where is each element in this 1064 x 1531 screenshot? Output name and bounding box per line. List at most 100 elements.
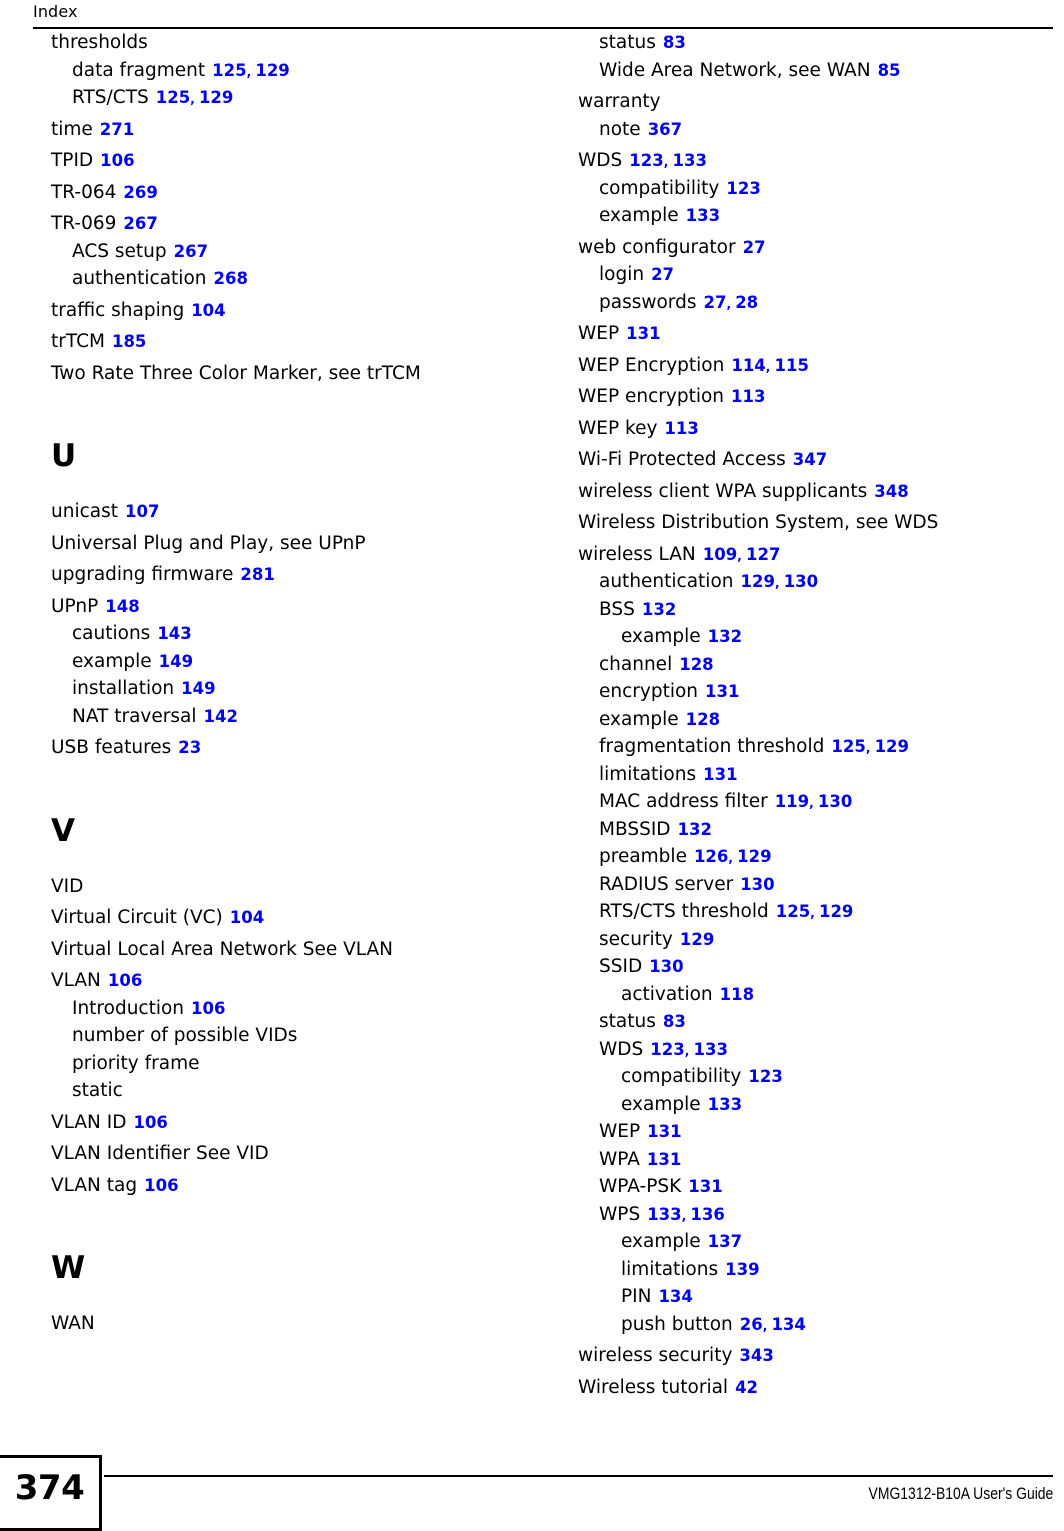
index-entry-label: USB features — [51, 737, 172, 758]
page-reference-link[interactable]: 132 — [708, 627, 742, 646]
page-reference-link[interactable]: 133 — [693, 1040, 727, 1059]
page-reference-link[interactable]: 106 — [144, 1176, 178, 1195]
index-entry: fragmentation threshold 125, 129 — [599, 736, 1048, 757]
page-reference-link[interactable]: 348 — [874, 482, 908, 501]
page-reference-link[interactable]: 269 — [123, 183, 157, 202]
page-reference-link[interactable]: 114 — [731, 356, 765, 375]
page-separator: , — [726, 296, 736, 311]
page-reference-link[interactable]: 132 — [642, 600, 676, 619]
page-reference-link[interactable]: 133 — [672, 151, 706, 170]
page-reference-link[interactable]: 132 — [678, 820, 712, 839]
index-entry-label: compatibility — [599, 177, 720, 199]
page-reference-link[interactable]: 137 — [708, 1232, 742, 1251]
page-reference-link[interactable]: 83 — [663, 33, 686, 52]
page-reference-link[interactable]: 123 — [748, 1067, 782, 1086]
index-entry-label: upgrading firmware — [51, 564, 234, 585]
page-reference-link[interactable]: 123 — [726, 179, 760, 198]
page-reference-link[interactable]: 136 — [690, 1205, 724, 1224]
page-reference-link[interactable]: 131 — [647, 1122, 681, 1141]
page-reference-link[interactable]: 119 — [775, 792, 809, 811]
page-reference-link[interactable]: 134 — [771, 1315, 805, 1334]
page-reference-link[interactable]: 129 — [741, 572, 775, 591]
page-reference-link[interactable]: 131 — [703, 765, 737, 784]
page-reference-link[interactable]: 130 — [740, 875, 774, 894]
page-reference-link[interactable]: 271 — [100, 120, 134, 139]
page-reference-link[interactable]: 115 — [775, 356, 809, 375]
page-reference-link[interactable]: 23 — [178, 738, 201, 757]
page-reference-link[interactable]: 104 — [191, 301, 225, 320]
page-reference-link[interactable]: 129 — [819, 902, 853, 921]
page-reference-link[interactable]: 26 — [740, 1315, 763, 1334]
index-entry: unicast 107 — [51, 502, 521, 522]
index-entry-pages: 83 — [663, 1011, 686, 1032]
page-reference-link[interactable]: 125 — [831, 737, 865, 756]
page-reference-link[interactable]: 142 — [204, 707, 238, 726]
page-reference-link[interactable]: 133 — [686, 206, 720, 225]
page-reference-link[interactable]: 27 — [743, 238, 766, 257]
page-reference-link[interactable]: 267 — [123, 214, 157, 233]
index-entry-label: TPID — [51, 150, 94, 171]
page-reference-link[interactable]: 134 — [658, 1287, 692, 1306]
page-reference-link[interactable]: 125 — [212, 61, 246, 80]
page-reference-link[interactable]: 27 — [703, 293, 726, 312]
page-reference-link[interactable]: 125 — [776, 902, 810, 921]
page-reference-link[interactable]: 129 — [737, 847, 771, 866]
index-entry-pages: 130 — [740, 874, 774, 895]
page-reference-link[interactable]: 131 — [688, 1177, 722, 1196]
page-reference-link[interactable]: 131 — [647, 1150, 681, 1169]
index-entry-label: fragmentation threshold — [599, 736, 825, 757]
page-reference-link[interactable]: 126 — [694, 847, 728, 866]
index-entry-label: TR-069 — [51, 213, 117, 234]
page-reference-link[interactable]: 128 — [679, 655, 713, 674]
page-reference-link[interactable]: 185 — [112, 332, 146, 351]
page-reference-link[interactable]: 347 — [793, 450, 827, 469]
index-entry-pages: 132 — [708, 626, 742, 647]
page-reference-link[interactable]: 130 — [649, 957, 683, 976]
page-reference-link[interactable]: 148 — [105, 597, 139, 616]
page-reference-link[interactable]: 118 — [720, 985, 754, 1004]
page-reference-link[interactable]: 129 — [199, 88, 233, 107]
page-reference-link[interactable]: 104 — [230, 908, 264, 927]
page-reference-link[interactable]: 130 — [784, 572, 818, 591]
page-reference-link[interactable]: 343 — [739, 1346, 773, 1365]
page-reference-link[interactable]: 113 — [664, 419, 698, 438]
page-reference-link[interactable]: 131 — [705, 682, 739, 701]
page-reference-link[interactable]: 281 — [240, 565, 274, 584]
page-reference-link[interactable]: 267 — [174, 242, 208, 261]
page-reference-link[interactable]: 123 — [650, 1040, 684, 1059]
index-entry-pages: 125, 129 — [831, 736, 909, 757]
page-reference-link[interactable]: 106 — [108, 971, 142, 990]
page-reference-link[interactable]: 106 — [191, 999, 225, 1018]
page-reference-link[interactable]: 109 — [703, 545, 737, 564]
page-reference-link[interactable]: 127 — [746, 545, 780, 564]
page-reference-link[interactable]: 106 — [100, 151, 134, 170]
page-reference-link[interactable]: 83 — [663, 1012, 686, 1031]
index-entry-pages: 131 — [626, 323, 660, 344]
page-reference-link[interactable]: 28 — [735, 293, 758, 312]
page-reference-link[interactable]: 139 — [725, 1260, 759, 1279]
page-reference-link[interactable]: 125 — [156, 88, 190, 107]
page-reference-link[interactable]: 367 — [648, 120, 682, 139]
page-reference-link[interactable]: 123 — [629, 151, 663, 170]
page-reference-link[interactable]: 129 — [875, 737, 909, 756]
page-reference-link[interactable]: 129 — [680, 930, 714, 949]
page-reference-link[interactable]: 27 — [651, 265, 674, 284]
page-reference-link[interactable]: 130 — [818, 792, 852, 811]
page-reference-link[interactable]: 143 — [157, 624, 191, 643]
page-reference-link[interactable]: 149 — [181, 679, 215, 698]
page-reference-link[interactable]: 129 — [255, 61, 289, 80]
page-reference-link[interactable]: 107 — [125, 502, 159, 521]
index-entry-pages: 149 — [159, 651, 193, 672]
page-reference-link[interactable]: 128 — [686, 710, 720, 729]
page-reference-link[interactable]: 131 — [626, 324, 660, 343]
page-reference-link[interactable]: 133 — [708, 1095, 742, 1114]
page-reference-link[interactable]: 149 — [159, 652, 193, 671]
page-reference-link[interactable]: 268 — [214, 269, 248, 288]
index-entry-pages: 129 — [680, 929, 714, 950]
page-reference-link[interactable]: 106 — [133, 1113, 167, 1132]
page-reference-link[interactable]: 85 — [878, 61, 901, 80]
page-reference-link[interactable]: 133 — [647, 1205, 681, 1224]
index-entry-label: Wireless tutorial — [578, 1376, 729, 1398]
page-reference-link[interactable]: 42 — [735, 1378, 758, 1397]
page-reference-link[interactable]: 113 — [731, 387, 765, 406]
